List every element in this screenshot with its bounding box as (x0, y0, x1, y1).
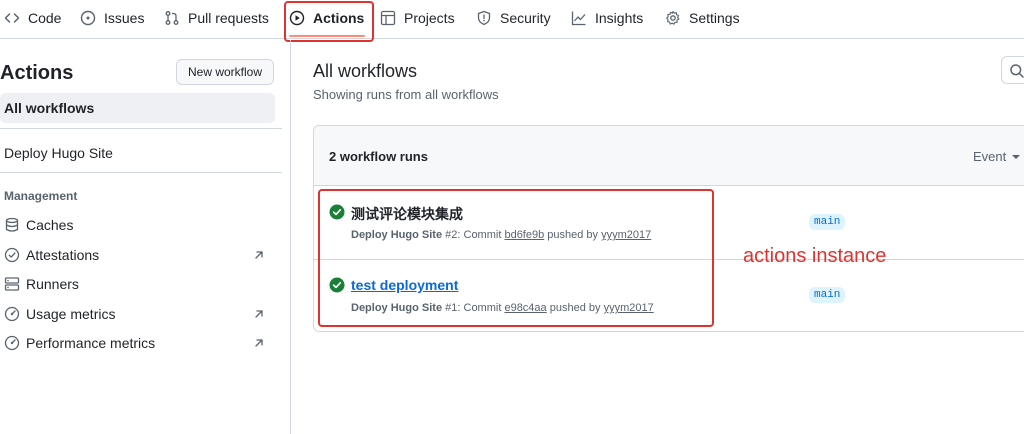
sidebar-divider (0, 128, 282, 129)
event-filter-label: Event (973, 149, 1007, 164)
search-icon (1010, 64, 1024, 78)
database-icon (4, 217, 20, 233)
tab-issues[interactable]: Issues (80, 0, 144, 36)
server-icon (4, 276, 20, 292)
tab-code-label: Code (28, 10, 62, 26)
tab-insights-label: Insights (595, 10, 644, 26)
runs-count: 2 workflow runs (329, 149, 428, 164)
sidebar-title: Actions (0, 62, 74, 84)
issue-icon (80, 10, 96, 26)
tab-insights[interactable]: Insights (571, 0, 643, 36)
runs-list-header: 2 workflow runs Event (314, 126, 1024, 186)
tab-issues-label: Issues (104, 10, 145, 26)
sidebar-item-label: Runners (26, 276, 79, 292)
caret-down-icon (1012, 154, 1021, 159)
annotation-box-runs (318, 189, 714, 327)
tab-security-label: Security (500, 10, 551, 26)
shield-icon (476, 10, 492, 26)
search-button[interactable] (1001, 56, 1024, 84)
page-title: All workflows (313, 61, 418, 81)
pull-request-icon (164, 10, 180, 26)
sidebar-divider (0, 172, 282, 173)
actions-sidebar: Actions New workflow All workflows Deplo… (0, 40, 291, 434)
sidebar-item-runners[interactable]: Runners (4, 273, 270, 295)
verified-icon (4, 247, 20, 263)
meter-icon (4, 306, 20, 322)
page-subtitle: Showing runs from all workflows (313, 87, 499, 102)
annotation-label: actions instance (743, 245, 887, 267)
sidebar-item-label: Attestations (26, 247, 100, 263)
sidebar-item-all-workflows[interactable]: All workflows (0, 93, 275, 123)
new-workflow-button[interactable]: New workflow (176, 59, 274, 85)
code-icon (4, 10, 20, 26)
annotation-box-actions-tab (284, 1, 374, 42)
tab-settings[interactable]: Settings (665, 0, 740, 36)
event-filter-dropdown[interactable]: Event (973, 149, 1021, 164)
repo-nav: Code Issues Pull requests Actions Projec… (0, 0, 1024, 39)
sidebar-item-label: Performance metrics (26, 335, 156, 351)
management-heading: Management (4, 189, 78, 203)
tab-projects-label: Projects (404, 10, 455, 26)
sidebar-item-performance-metrics[interactable]: Performance metrics (4, 332, 270, 354)
sidebar-item-usage-metrics[interactable]: Usage metrics (4, 303, 270, 325)
external-link-icon (252, 248, 266, 262)
sidebar-item-deploy-hugo-site[interactable]: Deploy Hugo Site (4, 145, 113, 161)
meter-icon (4, 335, 20, 351)
external-link-icon (252, 336, 266, 350)
tab-settings-label: Settings (689, 10, 740, 26)
sidebar-item-attestations[interactable]: Attestations (4, 244, 270, 266)
branch-badge[interactable]: main (809, 287, 846, 303)
tab-pull-requests[interactable]: Pull requests (164, 0, 269, 36)
sidebar-item-label: Usage metrics (26, 306, 116, 322)
branch-badge[interactable]: main (809, 214, 846, 230)
tab-pull-requests-label: Pull requests (188, 10, 269, 26)
sidebar-item-label: Caches (26, 217, 74, 233)
sidebar-item-caches[interactable]: Caches (4, 214, 270, 236)
graph-icon (571, 10, 587, 26)
tab-projects[interactable]: Projects (380, 0, 455, 36)
tab-code[interactable]: Code (4, 0, 61, 36)
tab-security[interactable]: Security (476, 0, 551, 36)
external-link-icon (252, 307, 266, 321)
gear-icon (665, 10, 681, 26)
table-icon (380, 10, 396, 26)
